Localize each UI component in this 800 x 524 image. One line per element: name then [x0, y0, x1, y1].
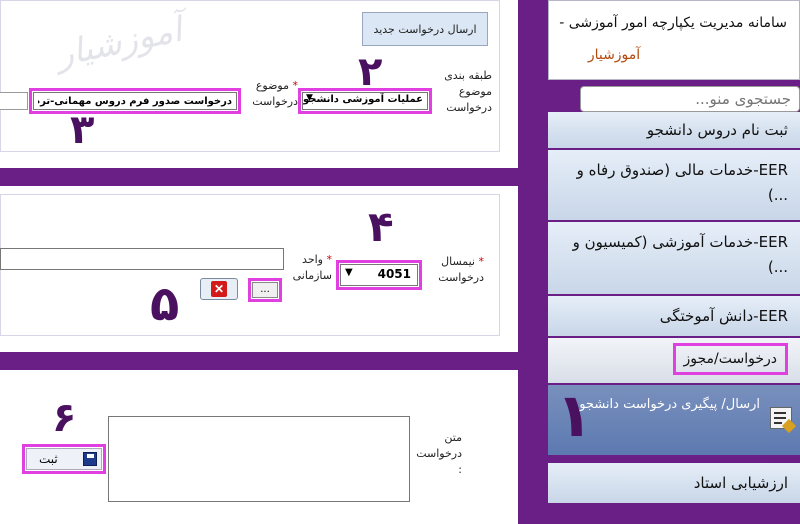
- ellipsis-button[interactable]: ...: [252, 282, 278, 298]
- sidebar-item-course-registration[interactable]: ثبت نام دروس دانشجو: [548, 112, 800, 150]
- app-title: سامانه مدیریت یکپارچه امور آموزشی -: [559, 15, 787, 31]
- subject-label: * موضوع درخواست: [252, 79, 298, 108]
- semester-label: * نیمسال درخواست: [438, 255, 484, 284]
- category-select-value: عملیات آموزشی دانشجو: [302, 94, 423, 105]
- sidebar-item-label: EER-خدمات آموزشی (کمیسیون و ...): [572, 233, 788, 276]
- sidebar-item-instructor-evaluation[interactable]: ارزشیابی استاد: [548, 461, 800, 505]
- document-edit-icon: [770, 407, 797, 434]
- step-marker-2: ۲: [358, 49, 383, 95]
- request-category-panel: آموزشیار ارسال درخواست جدید طبقه بندی مو…: [0, 0, 518, 168]
- menu-search-input[interactable]: [580, 86, 800, 112]
- sidebar-item-financial-services[interactable]: EER-خدمات مالی (صندوق رفاه و ...): [548, 150, 800, 222]
- sidebar-item-label: ثبت نام دروس دانشجو: [646, 121, 788, 139]
- sidebar-item-label: EER-دانش آموختگی: [659, 307, 788, 325]
- sidebar-item-request-permit[interactable]: درخواست/مجوز: [548, 338, 800, 385]
- submit-label: ثبت: [39, 452, 58, 466]
- step-marker-5: ۵: [150, 276, 180, 332]
- app-subtitle: آموزشیار: [587, 47, 641, 63]
- request-text-panel: متن درخواست : ثبت ۶: [0, 370, 518, 524]
- sidebar-item-label: EER-خدمات مالی (صندوق رفاه و ...): [576, 161, 788, 204]
- step-marker-4: ۴: [368, 202, 394, 251]
- new-request-button[interactable]: ارسال درخواست جدید: [362, 12, 488, 46]
- chevron-down-icon: ▼: [345, 267, 353, 278]
- step-marker-3: ۳: [70, 107, 95, 153]
- semester-select-value: 4051: [377, 267, 411, 281]
- request-text-area[interactable]: [108, 416, 410, 502]
- unit-label: * واحد سازمانی: [292, 253, 332, 282]
- sidebar-item-highlight: درخواست/مجوز: [672, 343, 788, 376]
- request-text-label: متن درخواست :: [416, 431, 462, 476]
- sidebar-item-graduation[interactable]: EER-دانش آموختگی: [548, 296, 800, 338]
- red-x-icon: ✕: [211, 281, 227, 297]
- sidebar-header: سامانه مدیریت یکپارچه امور آموزشی - آموز…: [548, 0, 800, 80]
- step-marker-1: ۱: [556, 381, 593, 451]
- sidebar-item-label: ارزشیابی استاد: [693, 474, 788, 492]
- floppy-disk-icon: [83, 452, 97, 466]
- semester-unit-panel: * نیمسال درخواست 4051 ▼ * واحد سازمانی .…: [0, 186, 518, 352]
- sidebar-subitem-label: ارسال/ پیگیری درخواست دانشجو: [579, 397, 760, 412]
- left-field-stub[interactable]: [0, 92, 28, 110]
- subject-field[interactable]: [33, 92, 237, 110]
- step-marker-6: ۶: [52, 395, 77, 441]
- unit-field[interactable]: [0, 248, 284, 270]
- semester-select[interactable]: 4051 ▼: [340, 264, 418, 286]
- chevron-down-icon: ▼: [306, 93, 313, 103]
- clear-unit-button[interactable]: ✕: [200, 278, 238, 300]
- sidebar-item-label: درخواست/مجوز: [683, 351, 778, 367]
- submit-button[interactable]: ثبت: [26, 448, 102, 470]
- sidebar-item-educational-services[interactable]: EER-خدمات آموزشی (کمیسیون و ...): [548, 222, 800, 296]
- category-label: طبقه بندی موضوع درخواست: [444, 69, 492, 114]
